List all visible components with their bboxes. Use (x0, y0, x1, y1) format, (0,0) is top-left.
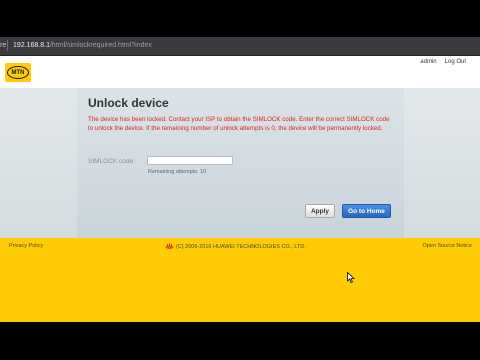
security-indicator[interactable]: re (0, 40, 6, 52)
letterbox-top (0, 0, 480, 37)
simlock-code-input[interactable] (147, 156, 233, 165)
url-text[interactable]: 192.168.8.1/html/simlockrequired.html?in… (13, 40, 152, 52)
apply-button[interactable]: Apply (305, 204, 335, 218)
unlock-panel: Unlock device The device has been locked… (77, 88, 404, 238)
page-header: MTN admin Log Out (0, 56, 480, 88)
mtn-logo-oval: MTN (7, 66, 29, 79)
content-area: Unlock device The device has been locked… (0, 88, 480, 238)
simlock-code-label: SIMLOCK code: (88, 158, 135, 165)
go-to-home-button[interactable]: Go to Home (342, 204, 391, 218)
remaining-attempts: Remaining attempts: 10 (148, 169, 206, 175)
video-frame: re 192.168.8.1/html/simlockrequired.html… (0, 0, 480, 360)
url-path: /html/simlockrequired.html?index (49, 42, 152, 49)
user-link[interactable]: admin (420, 59, 436, 65)
huawei-logo-icon (165, 243, 174, 250)
privacy-policy-link[interactable]: Privacy Policy (9, 243, 43, 249)
open-source-notice-link[interactable]: Open Source Notice (422, 243, 472, 249)
letterbox-bottom (0, 322, 480, 360)
address-divider (7, 40, 8, 51)
remaining-attempts-value: 10 (199, 169, 207, 175)
url-host: 192.168.8.1 (13, 42, 50, 49)
logout-link[interactable]: Log Out (445, 59, 466, 65)
router-page: MTN admin Log Out Unlock device The devi… (0, 56, 480, 322)
copyright-text: (C) 2006-2016 HUAWEI TECHNOLOGIES CO., L… (176, 243, 306, 250)
lock-warning-text: The device has been locked. Contact your… (88, 116, 390, 132)
mouse-cursor-icon (347, 272, 355, 283)
browser-address-bar[interactable]: re 192.168.8.1/html/simlockrequired.html… (0, 37, 480, 56)
page-footer: Privacy Policy (C) 2006-2016 HUAWEI TECH… (0, 238, 480, 322)
copyright-notice: (C) 2006-2016 HUAWEI TECHNOLOGIES CO., L… (165, 243, 306, 250)
page-title: Unlock device (88, 96, 169, 110)
remaining-attempts-label: Remaining attempts: (148, 169, 199, 175)
header-links: admin Log Out (420, 59, 466, 65)
mtn-logo: MTN (5, 63, 31, 82)
